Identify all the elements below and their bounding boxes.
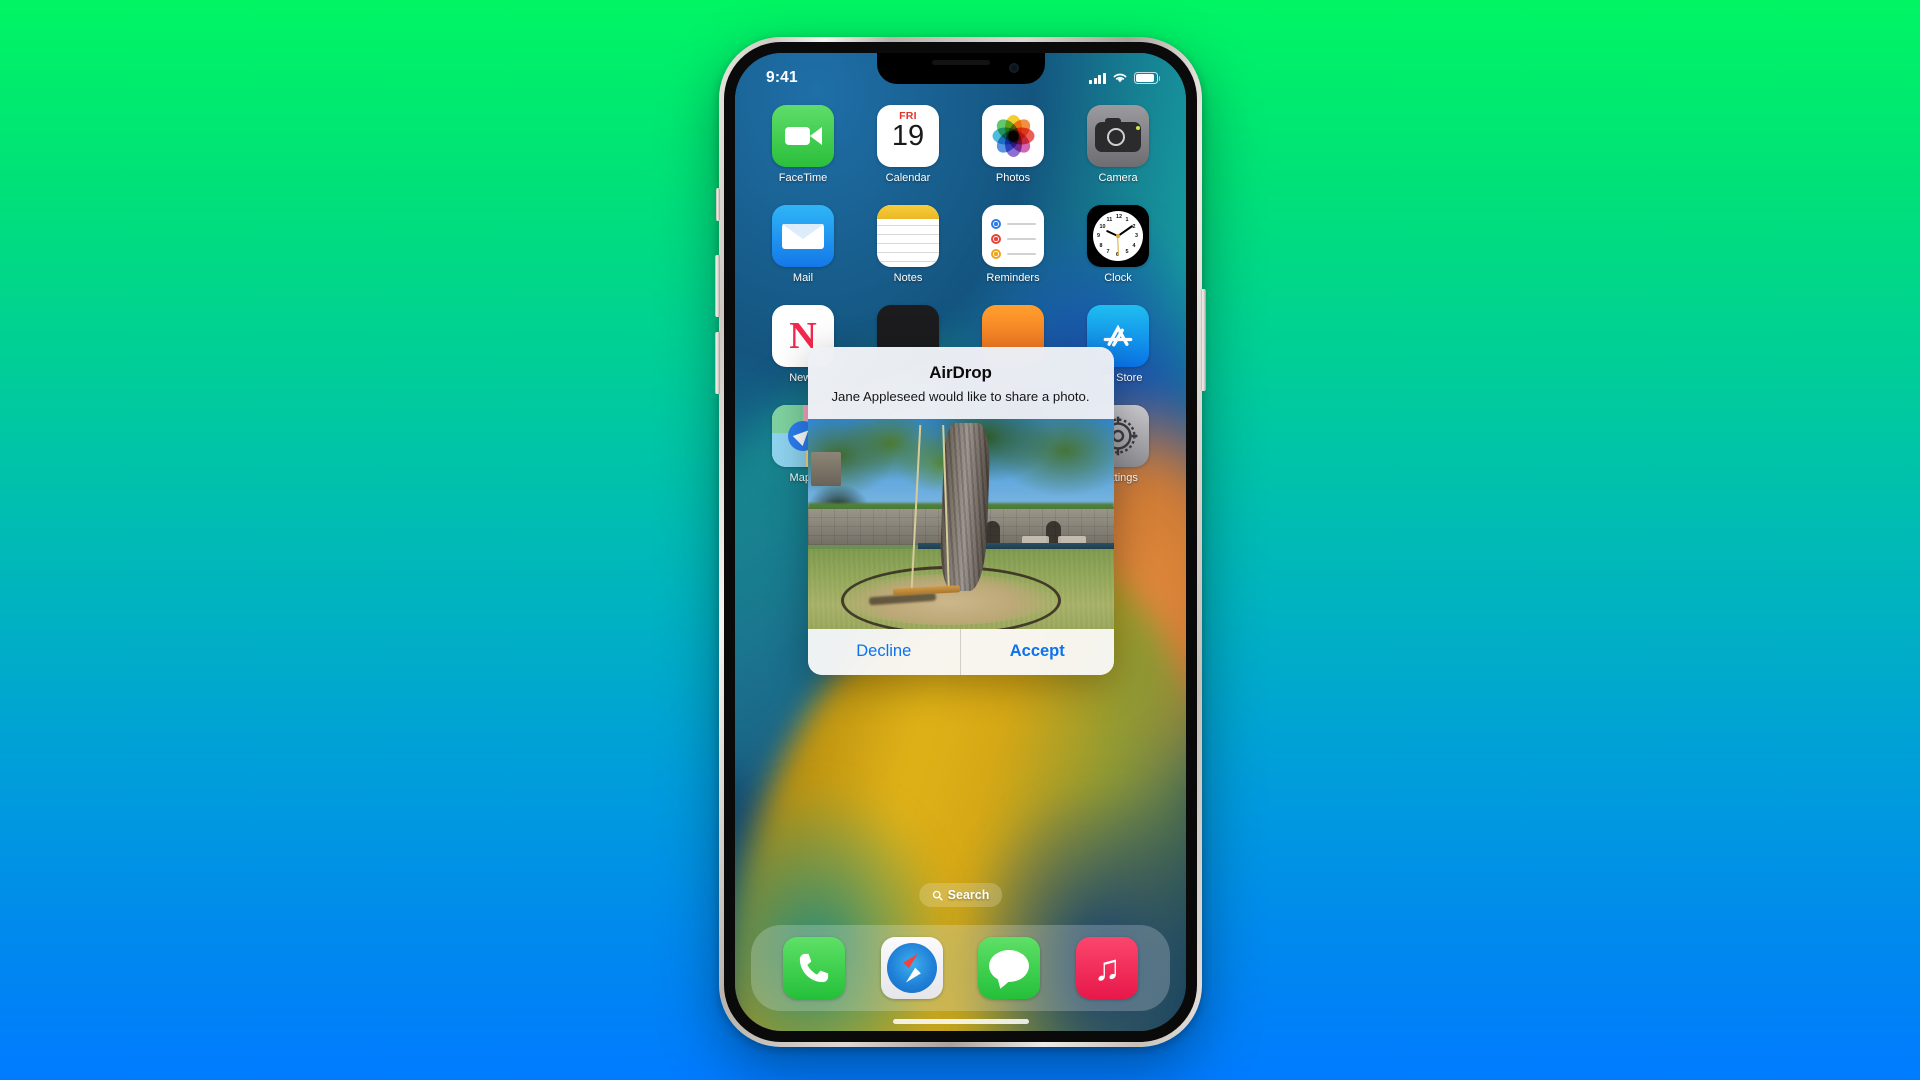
app-calendar[interactable]: FRI 19 Calendar bbox=[864, 105, 952, 184]
wifi-icon bbox=[1113, 73, 1127, 83]
app-notes[interactable]: Notes bbox=[864, 205, 952, 284]
phone-screen: 9:41 FaceTime FRI 19 Calendar Photos Cam… bbox=[735, 53, 1186, 1031]
clock-center-pin bbox=[1116, 234, 1120, 238]
iphone-device-frame: 9:41 FaceTime FRI 19 Calendar Photos Cam… bbox=[715, 37, 1206, 1047]
app-label: Notes bbox=[893, 272, 923, 284]
notch bbox=[876, 53, 1045, 84]
photos-icon[interactable] bbox=[982, 105, 1044, 167]
reminder-line bbox=[1007, 223, 1036, 226]
airdrop-header: AirDrop Jane Appleseed would like to sha… bbox=[807, 347, 1114, 419]
app-mail[interactable]: Mail bbox=[759, 205, 847, 284]
calendar-day: 19 bbox=[891, 120, 925, 152]
search-pill[interactable]: Search bbox=[918, 883, 1003, 907]
music-icon[interactable]: ♫ bbox=[1076, 937, 1139, 999]
clock-hour-number: 11 bbox=[1106, 216, 1113, 223]
notes-line bbox=[877, 234, 939, 236]
earpiece-speaker bbox=[931, 60, 990, 65]
app-label: Mail bbox=[792, 272, 814, 284]
reminder-bullet bbox=[991, 249, 1001, 259]
cellular-signal-icon bbox=[1089, 72, 1106, 84]
reminder-bullet bbox=[991, 234, 1001, 244]
airdrop-title: AirDrop bbox=[929, 363, 992, 382]
app-label: Reminders bbox=[986, 272, 1040, 284]
app-reminders[interactable]: Reminders bbox=[969, 205, 1057, 284]
status-time: 9:41 bbox=[766, 69, 798, 86]
phone-icon[interactable] bbox=[782, 937, 845, 999]
app-camera[interactable]: Camera bbox=[1074, 105, 1162, 184]
phone-bezel: 9:41 FaceTime FRI 19 Calendar Photos Cam… bbox=[724, 42, 1197, 1042]
accept-button[interactable]: Accept bbox=[960, 628, 1114, 675]
app-label: FaceTime bbox=[778, 172, 828, 184]
app-facetime[interactable]: FaceTime bbox=[759, 105, 847, 184]
dock: ♫ bbox=[751, 925, 1170, 1011]
search-icon bbox=[932, 890, 943, 900]
front-camera-icon bbox=[1008, 63, 1019, 73]
safari-icon[interactable] bbox=[880, 937, 943, 999]
volume-up-button[interactable] bbox=[715, 255, 720, 317]
clock-hour-number: 10 bbox=[1099, 223, 1106, 230]
clock-hour-number: 3 bbox=[1135, 233, 1138, 239]
notes-line bbox=[877, 243, 939, 245]
airdrop-message: Jane Appleseed would like to share a pho… bbox=[831, 389, 1090, 404]
silent-switch[interactable] bbox=[716, 188, 720, 221]
app-row-2: Mail Notes Reminders 12345678 bbox=[759, 205, 1162, 284]
clock-hand bbox=[1117, 235, 1120, 257]
notes-line bbox=[877, 225, 939, 227]
clock-hour-number: 7 bbox=[1106, 249, 1110, 256]
clock-icon[interactable]: 123456789101112 bbox=[1087, 205, 1149, 267]
messages-icon[interactable] bbox=[978, 937, 1041, 999]
decline-button[interactable]: Decline bbox=[808, 629, 961, 675]
status-indicators bbox=[1089, 72, 1161, 84]
home-indicator[interactable] bbox=[892, 1019, 1029, 1024]
reminder-bullet bbox=[991, 219, 1001, 229]
clock-hour-number: 12 bbox=[1116, 214, 1122, 220]
camera-icon[interactable] bbox=[1087, 105, 1149, 167]
notes-line bbox=[877, 252, 939, 254]
volume-down-button[interactable] bbox=[715, 332, 720, 394]
clock-hand bbox=[1117, 224, 1134, 237]
app-label: Photos bbox=[995, 172, 1031, 184]
clock-hour-number: 1 bbox=[1125, 216, 1129, 223]
airdrop-dialog: AirDrop Jane Appleseed would like to sha… bbox=[807, 347, 1114, 675]
clock-hour-number: 5 bbox=[1125, 249, 1129, 256]
notes-line bbox=[877, 261, 939, 263]
clock-hour-number: 8 bbox=[1099, 242, 1103, 249]
clock-hour-number: 4 bbox=[1132, 242, 1136, 249]
app-photos[interactable]: Photos bbox=[969, 105, 1057, 184]
airdrop-photo-preview bbox=[807, 418, 1114, 629]
facetime-icon[interactable] bbox=[772, 105, 834, 167]
reminders-icon[interactable] bbox=[982, 205, 1044, 267]
mail-icon[interactable] bbox=[772, 205, 834, 267]
calendar-icon[interactable]: FRI 19 bbox=[877, 105, 939, 167]
reminder-line bbox=[1007, 253, 1036, 256]
app-label: Clock bbox=[1104, 272, 1132, 284]
reminder-line bbox=[1007, 238, 1036, 241]
notes-icon[interactable] bbox=[877, 205, 939, 267]
battery-icon bbox=[1134, 72, 1161, 84]
airdrop-actions: Decline Accept bbox=[807, 628, 1114, 675]
app-clock[interactable]: 123456789101112 Clock bbox=[1074, 205, 1162, 284]
search-label: Search bbox=[947, 888, 990, 902]
app-label: Camera bbox=[1098, 172, 1138, 184]
battery-fill bbox=[1136, 74, 1155, 82]
app-row-1: FaceTime FRI 19 Calendar Photos Camera bbox=[759, 105, 1162, 184]
app-label: Calendar bbox=[885, 172, 931, 184]
power-button[interactable] bbox=[1201, 289, 1206, 391]
clock-hour-number: 9 bbox=[1097, 233, 1100, 239]
